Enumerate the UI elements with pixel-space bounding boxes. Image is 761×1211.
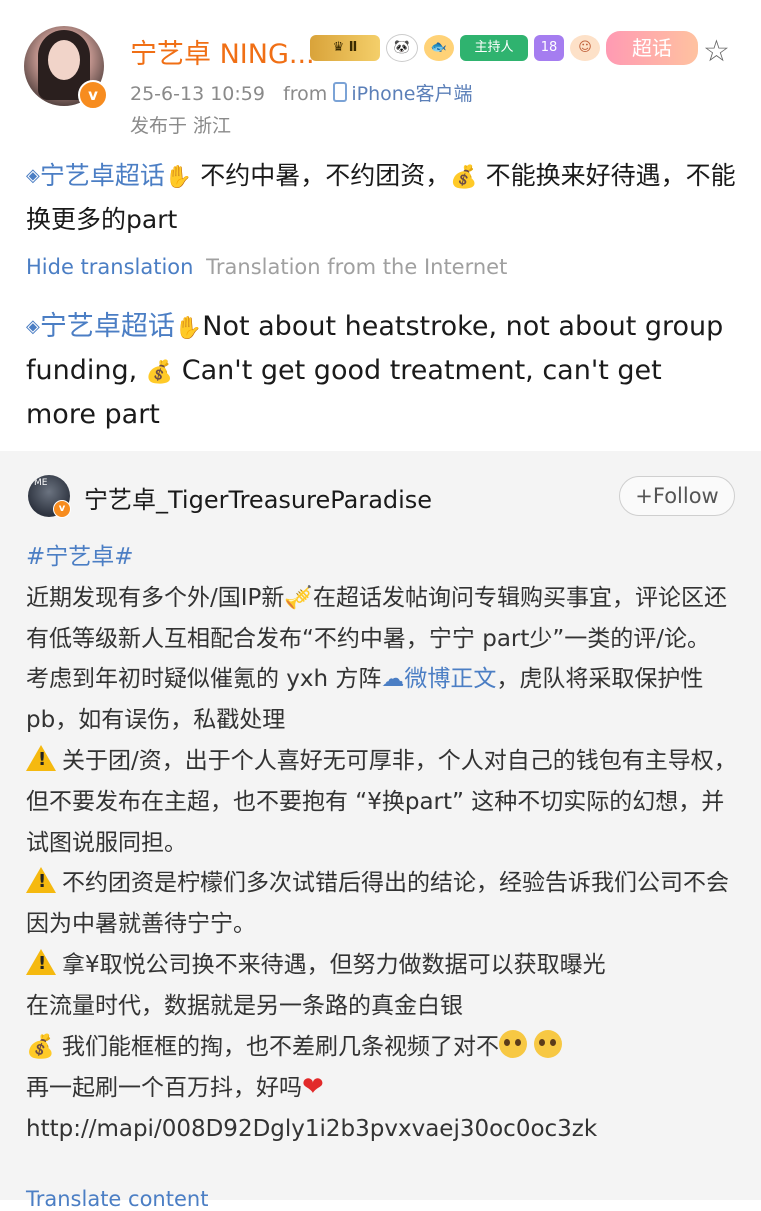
verified-badge-icon: v	[78, 80, 108, 110]
translate-content-link[interactable]: Translate content	[26, 1187, 208, 1211]
warning-icon	[26, 744, 56, 771]
plus-icon: +	[635, 484, 653, 508]
hide-translation-link[interactable]: Hide translation	[26, 255, 193, 279]
post-timestamp: 25-6-13 10:59	[130, 83, 265, 105]
translated-topic-link[interactable]: ◈宁艺卓超话	[26, 311, 175, 342]
post-header: v 宁艺卓 NING... ♛ Ⅱ 🐼 🐟 主持人 18 ☺ 超话 ☆ 25-6…	[0, 0, 761, 150]
panda-badge-icon[interactable]: 🐼	[386, 34, 418, 62]
favorite-star-icon[interactable]: ☆	[703, 34, 730, 69]
weibo-post-link[interactable]: ☁微博正文	[381, 666, 496, 692]
gem-icon: ◈	[26, 165, 40, 186]
money-bag-icon: 💰	[450, 165, 478, 190]
fish-badge-icon[interactable]: 🐟	[424, 35, 454, 61]
phone-icon	[333, 82, 348, 102]
money-bag-icon: 💰	[145, 360, 174, 385]
from-label: from	[283, 83, 328, 105]
heart-icon: ❤	[302, 1072, 324, 1103]
money-bag-icon: 💰	[26, 1033, 55, 1060]
post-body: ◈宁艺卓超话✋ 不约中暑，不约团资，💰 不能换来好待遇，不能换更多的part	[26, 155, 738, 241]
trumpet-icon: 🎺	[284, 584, 314, 611]
repost-body: #宁艺卓# 近期发现有多个外/国IP新🎺在超话发帖询问专辑购买事宜，评论区还有低…	[26, 537, 741, 1150]
translation-row: Hide translation Translation from the In…	[26, 255, 507, 279]
hashtag-link[interactable]: #宁艺卓#	[26, 544, 134, 570]
gem-icon: ◈	[26, 316, 40, 337]
crown-level-badge-icon[interactable]: ♛ Ⅱ	[310, 35, 380, 61]
repost-author-username[interactable]: 宁艺卓_TigerTreasureParadise	[84, 480, 432, 515]
post-meta: 25-6-13 10:59 from iPhone客户端	[130, 79, 472, 106]
hand-icon: ✋	[174, 316, 203, 341]
hand-icon: ✋	[164, 165, 193, 190]
follow-button[interactable]: +Follow	[619, 476, 735, 516]
repost-verified-badge-icon: v	[53, 500, 71, 518]
topic-link[interactable]: ◈宁艺卓超话	[26, 161, 165, 190]
badge-row: ♛ Ⅱ 🐼 🐟 主持人 18 ☺ 超话	[310, 30, 698, 66]
warning-icon	[26, 867, 56, 894]
super-topic-badge[interactable]: 超话	[606, 31, 698, 65]
face-badge-icon[interactable]: ☺	[570, 35, 600, 61]
author-username[interactable]: 宁艺卓 NING...	[130, 32, 315, 71]
pleading-face-icon	[534, 1029, 563, 1058]
external-link[interactable]: http://mapi/008D92Dgly1i2b3pvxvaej30oc0o…	[26, 1116, 597, 1142]
host-badge[interactable]: 主持人	[460, 35, 528, 61]
warning-icon	[26, 948, 56, 975]
pleading-face-icon	[498, 1029, 527, 1058]
translated-body: ◈宁艺卓超话✋Not about heatstroke, not about g…	[26, 306, 738, 436]
post-source[interactable]: iPhone客户端	[333, 82, 472, 105]
post-region: 发布于 浙江	[130, 115, 232, 137]
level-badge-icon[interactable]: 18	[534, 35, 564, 61]
translation-source: Translation from the Internet	[206, 255, 508, 279]
